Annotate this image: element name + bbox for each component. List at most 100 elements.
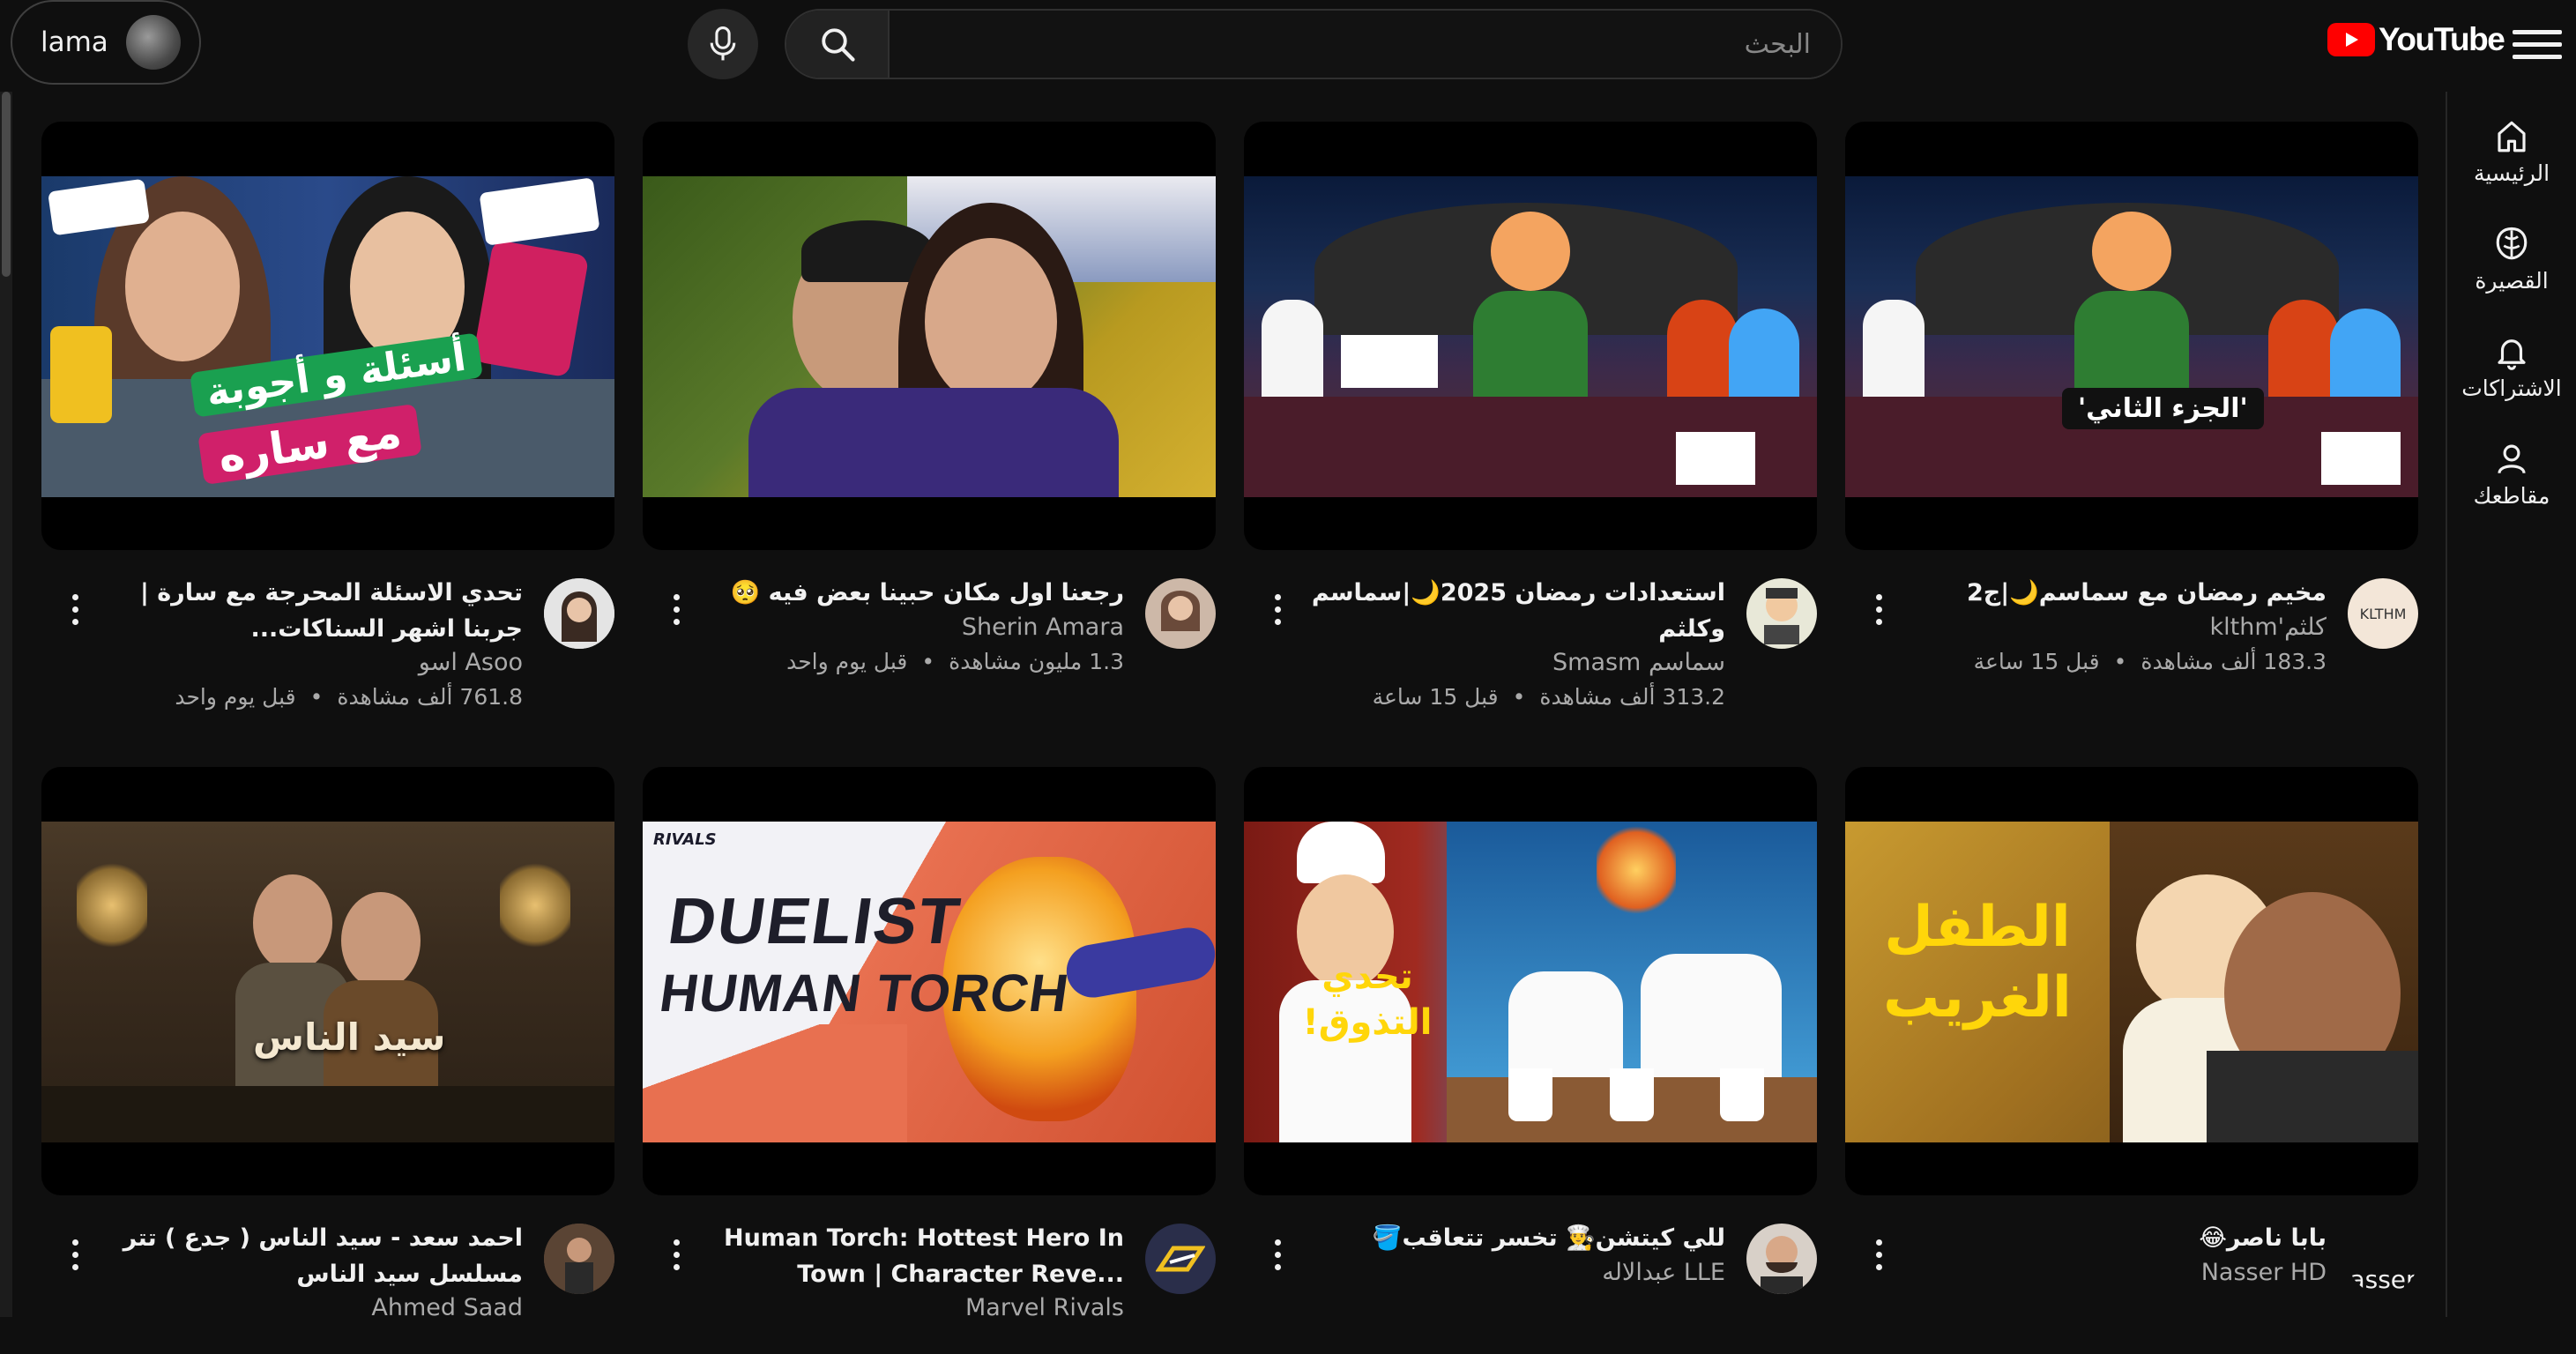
video-stats: 183.3 ألف مشاهدة•قبل 15 ساعة — [1973, 649, 2327, 674]
video-card[interactable]: أسئلة و أجوبة مع ساره تحدي الاسئلة المحر… — [41, 122, 614, 710]
more-vert-icon — [71, 594, 78, 600]
more-vert-icon — [1875, 1239, 1882, 1246]
channel-avatar[interactable]: asser — [2348, 1224, 2418, 1294]
more-vert-icon — [1274, 1239, 1281, 1246]
thumbnail-caption: DUELIST — [664, 884, 966, 957]
guide-label: القصيرة — [2475, 268, 2549, 294]
channel-name[interactable]: كلثم'klthm — [2210, 614, 2327, 641]
view-count: 183.3 ألف مشاهدة — [2140, 649, 2327, 674]
video-title[interactable]: رجعنا اول مكان حبينا بعض فيه 🥺 — [701, 575, 1124, 611]
channel-name[interactable]: LLE عبدالاله — [1602, 1259, 1725, 1286]
video-title[interactable]: استعدادات رمضان 2025🌙|سماسم وكلثم — [1302, 575, 1725, 647]
channel-name[interactable]: Sherin Amara — [962, 614, 1124, 641]
more-vert-icon — [1274, 594, 1281, 600]
person-icon — [2498, 444, 2526, 474]
video-title[interactable]: للي كيتشن👨‍🍳 تخسر تتعاقب🪣 — [1302, 1220, 1725, 1256]
search-button[interactable] — [786, 11, 890, 78]
microphone-icon — [710, 26, 736, 61]
mini-guide: الرئيسية القصيرة الاشتراكات مقاطعك — [2446, 92, 2576, 1317]
top-header: lama YouTube — [0, 0, 2576, 88]
youtube-logo[interactable]: YouTube — [2327, 21, 2505, 58]
avatar-alt-text: asser — [2349, 1265, 2416, 1294]
more-actions-button[interactable] — [1870, 594, 1887, 625]
channel-name[interactable]: Nasser HD — [2201, 1259, 2327, 1286]
video-title[interactable]: Human Torch: Hottest Hero In Town | Char… — [701, 1220, 1124, 1292]
guide-label: مقاطعك — [2473, 483, 2550, 509]
video-title[interactable]: بابا ناصر😂 — [1903, 1220, 2327, 1256]
guide-label: الرئيسية — [2473, 160, 2550, 186]
video-card[interactable]: RIVALS DUELIST HUMAN TORCH Human Torch: … — [643, 767, 1216, 1354]
more-actions-button[interactable] — [66, 1239, 84, 1270]
channel-avatar[interactable]: KLTHM — [2348, 578, 2418, 649]
account-button[interactable]: lama — [11, 0, 201, 85]
channel-avatar[interactable] — [544, 1224, 614, 1294]
upload-age: قبل يوم واحد — [786, 649, 908, 674]
channel-name[interactable]: Asoo اسو — [419, 649, 523, 676]
avatar — [125, 15, 181, 70]
channel-name[interactable]: سماسم Smasm — [1552, 649, 1725, 676]
scrollbar-thumb[interactable] — [2, 92, 11, 277]
guide-item-subscriptions[interactable]: الاشتراكات — [2447, 333, 2576, 401]
video-thumbnail[interactable] — [643, 122, 1216, 550]
video-title[interactable]: مخيم رمضان مع سماسم🌙|ج2 — [1903, 575, 2327, 611]
video-thumbnail[interactable]: سيد الناس — [41, 767, 614, 1195]
channel-avatar[interactable] — [1145, 1224, 1216, 1294]
youtube-play-icon — [2327, 23, 2375, 56]
video-thumbnail[interactable]: أسئلة و أجوبة مع ساره — [41, 122, 614, 550]
more-actions-button[interactable] — [1269, 594, 1286, 625]
thumbnail-caption: سيد الناس — [253, 1016, 446, 1059]
video-thumbnail[interactable] — [1244, 122, 1817, 550]
guide-label: الاشتراكات — [2461, 376, 2562, 401]
thumbnail-caption: 'الجزء الثاني' — [2062, 388, 2264, 429]
logo-text: YouTube — [2379, 21, 2505, 57]
video-card[interactable]: سيد الناس احمد سعد - سيد الناس ( جدع ) ت… — [41, 767, 614, 1354]
channel-avatar[interactable] — [1145, 578, 1216, 649]
more-actions-button[interactable] — [1269, 1239, 1286, 1270]
view-count: 1.3 مليون مشاهدة — [949, 649, 1124, 674]
channel-avatar[interactable] — [544, 578, 614, 649]
more-vert-icon — [71, 1239, 78, 1246]
video-card[interactable]: الطفل الغريب asser بابا ناصر😂 Nasser HD — [1845, 767, 2418, 1354]
hamburger-icon — [2513, 29, 2562, 34]
channel-avatar[interactable] — [1746, 1224, 1817, 1294]
upload-age: قبل يوم واحد — [175, 684, 296, 710]
more-vert-icon — [673, 594, 680, 600]
video-thumbnail[interactable]: 'الجزء الثاني' — [1845, 122, 2418, 550]
view-count: 761.8 ألف مشاهدة — [337, 684, 523, 710]
more-actions-button[interactable] — [66, 594, 84, 625]
video-card[interactable]: 'الجزء الثاني' KLTHM مخيم رمضان مع سماسم… — [1845, 122, 2418, 709]
search-input[interactable] — [890, 11, 1841, 78]
thumbnail-caption: HUMAN TORCH — [656, 963, 1073, 1023]
guide-item-you[interactable]: مقاطعك — [2447, 441, 2576, 509]
video-card[interactable]: تحدي التذوق! للي كيتشن👨‍🍳 تخسر تتعاقب🪣 L… — [1244, 767, 1817, 1354]
video-title[interactable]: تحدي الاسئلة المحرجة مع سارة | جربنا اشه… — [100, 575, 523, 647]
thumbnail-caption: تحدي التذوق! — [1302, 956, 1433, 1043]
guide-item-home[interactable]: الرئيسية — [2447, 118, 2576, 186]
channel-name[interactable]: Marvel Rivals — [965, 1294, 1124, 1321]
menu-button[interactable] — [2513, 19, 2562, 69]
channel-avatar[interactable] — [1746, 578, 1817, 649]
shorts-icon — [2496, 227, 2528, 260]
account-name: lama — [41, 26, 108, 58]
channel-name[interactable]: Ahmed Saad — [371, 1294, 523, 1321]
more-vert-icon — [673, 1239, 680, 1246]
more-vert-icon — [1875, 594, 1882, 600]
video-card[interactable]: رجعنا اول مكان حبينا بعض فيه 🥺 Sherin Am… — [643, 122, 1216, 709]
video-thumbnail[interactable]: الطفل الغريب — [1845, 767, 2418, 1195]
upload-age: قبل 15 ساعة — [1372, 684, 1499, 710]
voice-search-button[interactable] — [688, 9, 758, 79]
bell-icon — [2498, 339, 2526, 370]
more-actions-button[interactable] — [1870, 1239, 1887, 1270]
video-title[interactable]: احمد سعد - سيد الناس ( جدع ) تتر مسلسل س… — [100, 1220, 523, 1292]
more-actions-button[interactable] — [667, 594, 685, 625]
more-actions-button[interactable] — [667, 1239, 685, 1270]
video-stats: 761.8 ألف مشاهدة•قبل يوم واحد — [175, 684, 523, 710]
thumbnail-badge: RIVALS — [653, 830, 717, 849]
guide-item-shorts[interactable]: القصيرة — [2447, 226, 2576, 294]
video-thumbnail[interactable]: RIVALS DUELIST HUMAN TORCH — [643, 767, 1216, 1195]
video-thumbnail[interactable]: تحدي التذوق! — [1244, 767, 1817, 1195]
thumbnail-caption: الطفل الغريب — [1883, 895, 2072, 1030]
video-card[interactable]: استعدادات رمضان 2025🌙|سماسم وكلثم سماسم … — [1244, 122, 1817, 710]
video-stats: 313.2 ألف مشاهدة•قبل 15 ساعة — [1372, 684, 1725, 710]
upload-age: قبل 15 ساعة — [1973, 649, 2100, 674]
